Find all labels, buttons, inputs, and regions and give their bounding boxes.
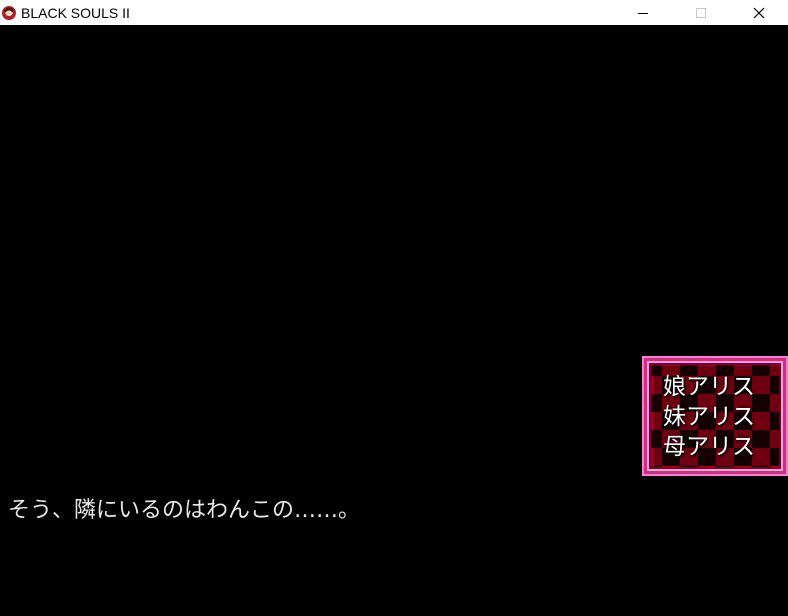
game-screen <box>0 25 788 616</box>
window-title: BLACK SOULS II <box>21 4 130 21</box>
close-icon <box>753 7 765 18</box>
choice-list: 娘アリス 妹アリス 母アリス <box>663 372 755 462</box>
choice-window: 娘アリス 妹アリス 母アリス <box>642 356 788 476</box>
choice-item-mother-alice[interactable]: 母アリス <box>663 432 755 462</box>
choice-item-sister-alice[interactable]: 妹アリス <box>663 402 755 432</box>
dialogue-text: そう、隣にいるのはわんこの……。 <box>8 498 361 523</box>
game-app-icon[interactable] <box>1 5 17 21</box>
minimize-button[interactable] <box>614 0 672 25</box>
window-titlebar: BLACK SOULS II <box>0 0 788 25</box>
maximize-button[interactable] <box>672 0 730 25</box>
maximize-icon <box>696 7 706 18</box>
close-button[interactable] <box>730 0 788 25</box>
window-controls <box>614 0 788 25</box>
choice-item-daughter-alice[interactable]: 娘アリス <box>663 372 755 402</box>
minimize-icon <box>638 12 648 14</box>
